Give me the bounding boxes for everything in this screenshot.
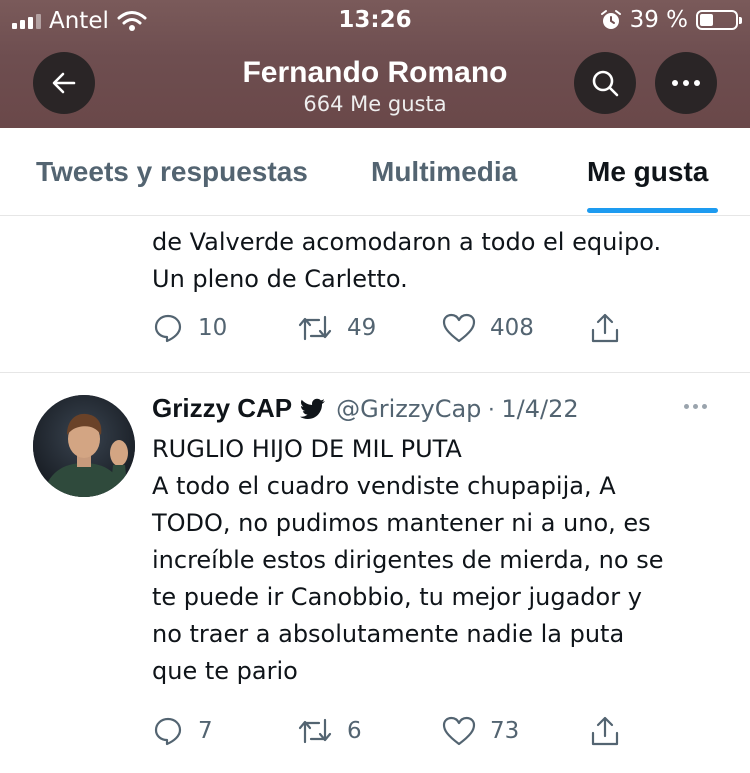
retweet-icon	[298, 315, 332, 341]
like-button[interactable]: 408	[442, 312, 534, 344]
author-name[interactable]: Grizzy CAP	[152, 393, 292, 424]
reply-button[interactable]: 7	[152, 715, 213, 747]
status-bar: Antel 13:26 39 %	[0, 0, 750, 40]
tweet-more-options-icon[interactable]	[684, 404, 707, 409]
tab-media[interactable]: Multimedia	[371, 156, 517, 188]
avatar[interactable]	[33, 395, 135, 497]
retweet-button[interactable]: 6	[297, 715, 362, 747]
tweet-actions: 7 6 73	[152, 715, 622, 749]
active-tab-indicator	[587, 208, 718, 213]
header-separator: ·	[487, 394, 496, 422]
tweet-text-line: Un pleno de Carletto.	[152, 265, 408, 293]
retweet-count: 6	[347, 718, 362, 744]
author-handle[interactable]: @GrizzyCap	[336, 395, 481, 423]
reply-count: 7	[198, 718, 213, 744]
reply-icon	[154, 314, 182, 343]
search-icon	[592, 70, 619, 97]
like-count: 73	[490, 718, 520, 744]
profile-header: Antel 13:26 39 % Fernando Romano 664 Me …	[0, 0, 750, 128]
tweet-text-line: RUGLIO HIJO DE MIL PUTA	[152, 435, 462, 463]
tweet-date[interactable]: 1/4/22	[501, 395, 578, 423]
share-icon	[591, 716, 619, 746]
tweet-text-line: TODO, no pudimos mantener ni a uno, es	[152, 509, 651, 537]
reply-count: 10	[198, 315, 228, 341]
like-count: 408	[490, 315, 534, 341]
reply-button[interactable]: 10	[152, 312, 227, 344]
share-button[interactable]	[590, 312, 620, 344]
likes-count-subtitle: 664 Me gusta	[303, 92, 447, 116]
share-button[interactable]	[590, 715, 620, 747]
twitter-bird-icon	[300, 398, 326, 419]
more-options-button[interactable]	[655, 52, 717, 114]
tweet-text-line: increíble estos dirigentes de mierda, no…	[152, 546, 664, 574]
search-button[interactable]	[574, 52, 636, 114]
tweet-text: de Valverde acomodaron a todo el equipo.…	[152, 224, 661, 298]
heart-icon	[442, 313, 476, 343]
reply-icon	[154, 717, 182, 746]
tab-likes[interactable]: Me gusta	[587, 156, 708, 188]
battery-icon	[696, 10, 742, 30]
like-button[interactable]: 73	[442, 715, 519, 747]
retweet-button[interactable]: 49	[297, 312, 376, 344]
tweet-text-line: que te pario	[152, 657, 298, 685]
avatar-photo	[33, 395, 135, 497]
tweet-header: Grizzy CAP @GrizzyCap · 1/4/22	[152, 393, 579, 424]
profile-name: Fernando Romano	[242, 56, 508, 89]
tweet-text-line: A todo el cuadro vendiste chupapija, A	[152, 472, 616, 500]
profile-tabs: Tweets y respuestas Multimedia Me gusta	[0, 128, 750, 216]
alarm-icon	[600, 10, 621, 29]
battery-percentage: 39 %	[629, 7, 688, 33]
tweet-text-line: de Valverde acomodaron a todo el equipo.	[152, 228, 662, 256]
share-icon	[591, 313, 619, 343]
tab-tweets-and-replies[interactable]: Tweets y respuestas	[36, 156, 308, 188]
tweet-divider	[0, 372, 750, 373]
tweet-text-line: no traer a absolutamente nadie la puta	[152, 620, 625, 648]
heart-icon	[442, 716, 476, 746]
retweet-icon	[298, 718, 332, 744]
tweet-actions: 10 49 408	[152, 312, 622, 346]
tweet-text: RUGLIO HIJO DE MIL PUTA A todo el cuadro…	[152, 431, 663, 690]
more-horizontal-icon	[672, 80, 700, 86]
retweet-count: 49	[347, 315, 377, 341]
tweet-text-line: te puede ir Canobbio, tu mejor jugador y	[152, 583, 642, 611]
